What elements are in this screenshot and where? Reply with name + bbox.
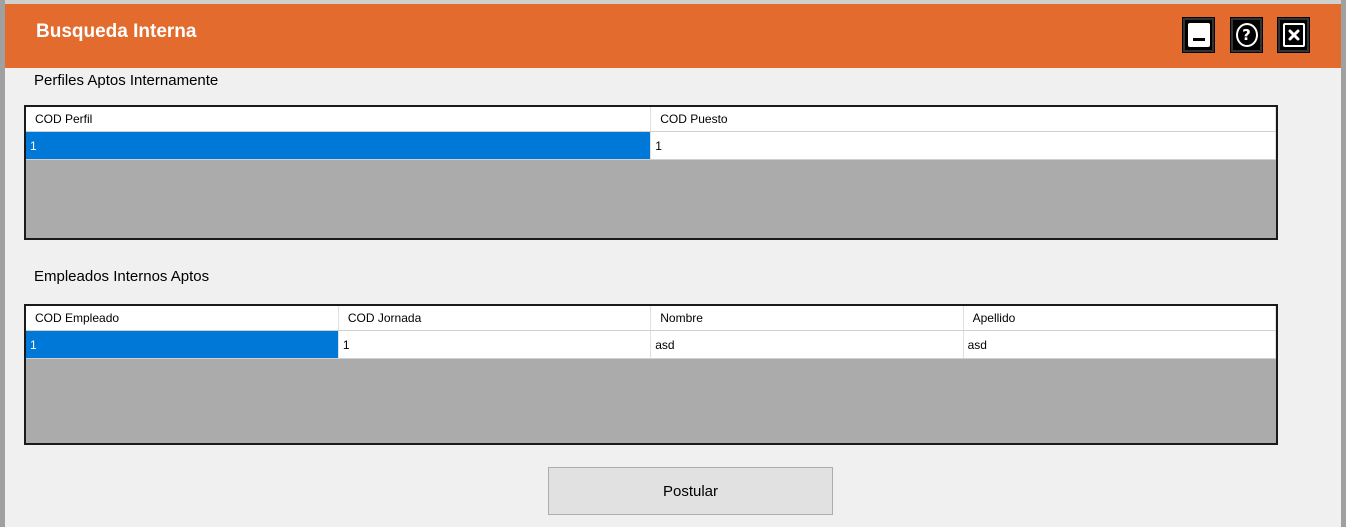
table-cell[interactable]: 1 <box>26 131 652 160</box>
table-row[interactable]: 1 1 asd asd <box>26 330 1277 359</box>
perfiles-section-label: Perfiles Aptos Internamente <box>34 72 219 89</box>
postular-button[interactable]: Postular <box>548 467 833 515</box>
close-button[interactable] <box>1277 17 1310 53</box>
table-cell[interactable]: 1 <box>26 330 339 359</box>
empleados-grid[interactable]: COD Empleado COD Jornada Nombre Apellido… <box>24 304 1278 445</box>
help-icon: ? <box>1235 23 1258 47</box>
column-header-cod-perfil[interactable]: COD Perfil <box>26 107 652 132</box>
window-title: Busqueda Interna <box>36 21 197 42</box>
table-cell[interactable]: 1 <box>650 131 1276 160</box>
table-cell[interactable]: asd <box>963 330 1277 359</box>
minimize-icon <box>1187 23 1210 47</box>
title-bar[interactable]: Busqueda Interna ? <box>5 4 1341 68</box>
column-header-apellido[interactable]: Apellido <box>963 306 1277 331</box>
table-cell[interactable]: asd <box>650 330 964 359</box>
table-row[interactable]: 1 1 <box>26 131 1276 160</box>
close-icon <box>1282 23 1305 47</box>
window-right-border <box>1341 0 1346 527</box>
window-left-border <box>0 0 5 527</box>
column-header-cod-puesto[interactable]: COD Puesto <box>650 107 1276 132</box>
perfiles-grid[interactable]: COD Perfil COD Puesto 1 1 <box>24 105 1278 240</box>
minimize-button[interactable] <box>1182 17 1215 53</box>
empleados-section-label: Empleados Internos Aptos <box>34 268 210 285</box>
column-header-nombre[interactable]: Nombre <box>650 306 964 331</box>
table-cell[interactable]: 1 <box>338 330 652 359</box>
help-button[interactable]: ? <box>1230 17 1263 53</box>
column-header-cod-empleado[interactable]: COD Empleado <box>26 306 339 331</box>
column-header-cod-jornada[interactable]: COD Jornada <box>338 306 652 331</box>
